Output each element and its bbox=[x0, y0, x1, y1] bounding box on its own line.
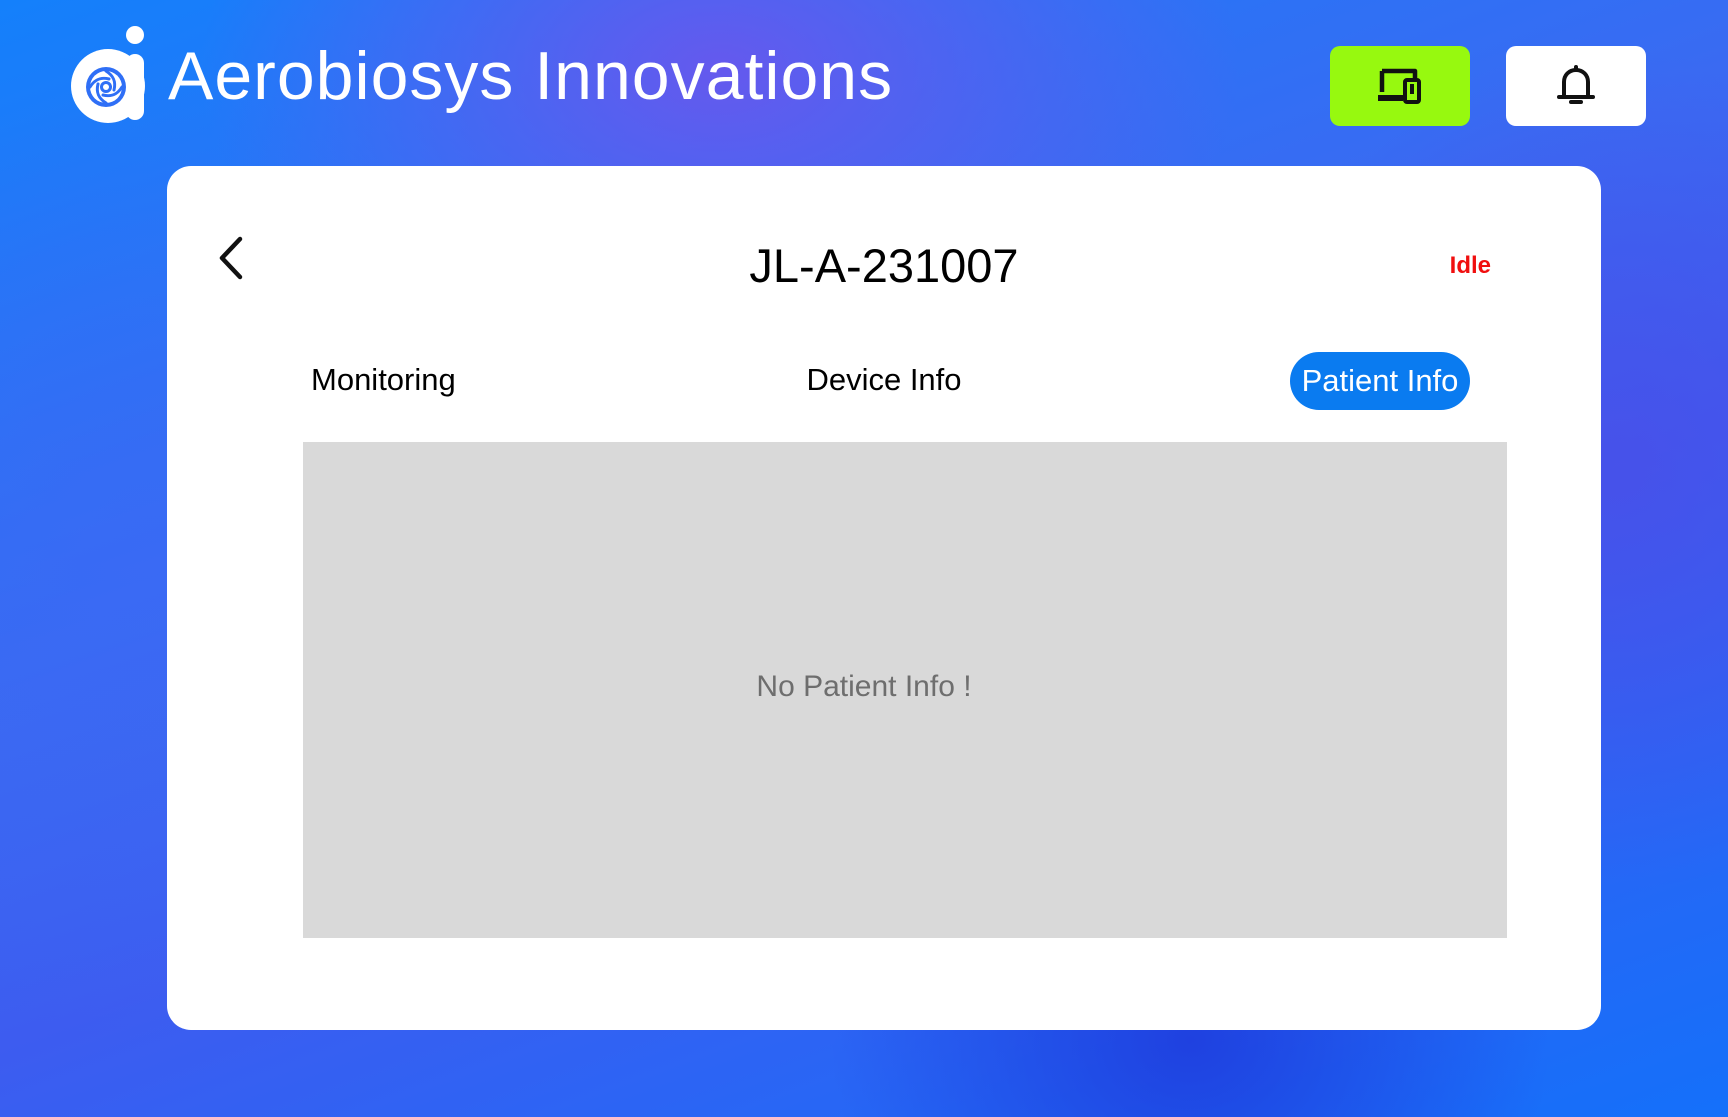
tab-device-info[interactable]: Device Info bbox=[806, 362, 961, 397]
bell-icon bbox=[1557, 65, 1595, 104]
empty-state-message: No Patient Info ! bbox=[756, 670, 972, 703]
devices-button[interactable] bbox=[1330, 46, 1470, 126]
brand-name: Aerobiosys Innovations bbox=[168, 38, 894, 114]
devices-icon bbox=[1378, 68, 1421, 104]
tab-monitoring[interactable]: Monitoring bbox=[311, 352, 456, 408]
patient-info-panel: No Patient Info ! bbox=[303, 442, 1507, 938]
device-status: Idle bbox=[1449, 252, 1491, 279]
device-id-title: JL-A-231007 bbox=[749, 239, 1019, 292]
aerobiosys-logo-icon bbox=[71, 26, 145, 123]
device-detail-card: JL-A-231007 Idle Monitoring Device Info … bbox=[167, 166, 1601, 1030]
notifications-button[interactable] bbox=[1506, 46, 1646, 126]
aerobiosys-logo bbox=[70, 24, 158, 128]
tab-patient-info[interactable]: Patient Info bbox=[1290, 352, 1470, 410]
